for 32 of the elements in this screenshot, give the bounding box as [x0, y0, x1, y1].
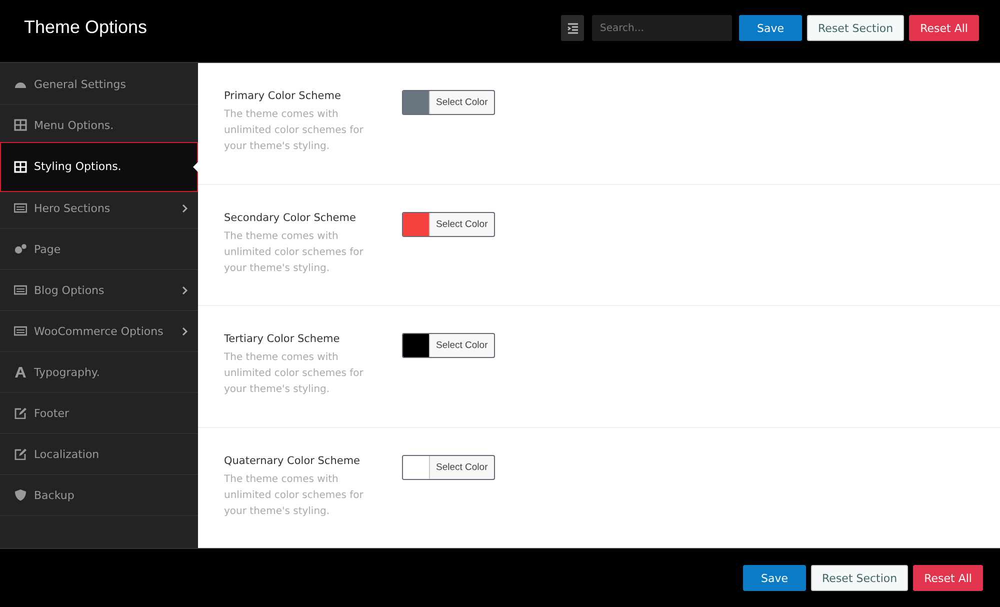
footer-button[interactable]: Save: [743, 565, 806, 591]
card-icon: [14, 202, 27, 214]
setting-title: Primary Color Scheme: [224, 90, 342, 102]
color-picker-button[interactable]: Select Color: [402, 90, 495, 115]
header-button[interactable]: Reset Section: [807, 15, 904, 41]
setting-title: Tertiary Color Scheme: [224, 333, 341, 345]
sidebar-item[interactable]: Styling Options.: [0, 142, 198, 192]
expand-options-icon[interactable]: [561, 15, 584, 41]
setting-title: Secondary Color Scheme: [224, 212, 357, 224]
edit-icon: [14, 407, 27, 419]
color-picker-button[interactable]: Select Color: [402, 212, 495, 236]
letter-icon: [14, 366, 27, 378]
color-picker-button[interactable]: Select Color: [402, 333, 495, 358]
header-button[interactable]: Save: [739, 15, 802, 41]
search-field[interactable]: Search...: [592, 15, 732, 41]
setting-description: The theme comes with unlimited color schemes for your theme's styling.: [224, 472, 364, 518]
page-title: Theme Options: [24, 16, 148, 38]
edit-icon: [14, 448, 27, 460]
card-icon: [14, 284, 27, 296]
gears-icon: [14, 243, 27, 255]
setting-title: Quaternary Color Scheme: [224, 454, 362, 466]
footer-button[interactable]: Reset Section: [811, 565, 908, 591]
setting-description: The theme comes with unlimited color schemes for your theme's styling.: [224, 108, 364, 154]
card-icon: [14, 325, 27, 337]
color-picker-button[interactable]: Select Color: [402, 454, 495, 480]
grid-icon: [14, 119, 27, 131]
setting-description: The theme comes with unlimited color schemes for your theme's styling.: [224, 351, 364, 397]
header-button[interactable]: Reset All: [909, 15, 979, 41]
grid-icon: [14, 160, 27, 172]
setting-description: The theme comes with unlimited color schemes for your theme's styling.: [224, 230, 364, 276]
shield-icon: [14, 489, 27, 501]
footer-button[interactable]: Reset All: [913, 565, 983, 591]
